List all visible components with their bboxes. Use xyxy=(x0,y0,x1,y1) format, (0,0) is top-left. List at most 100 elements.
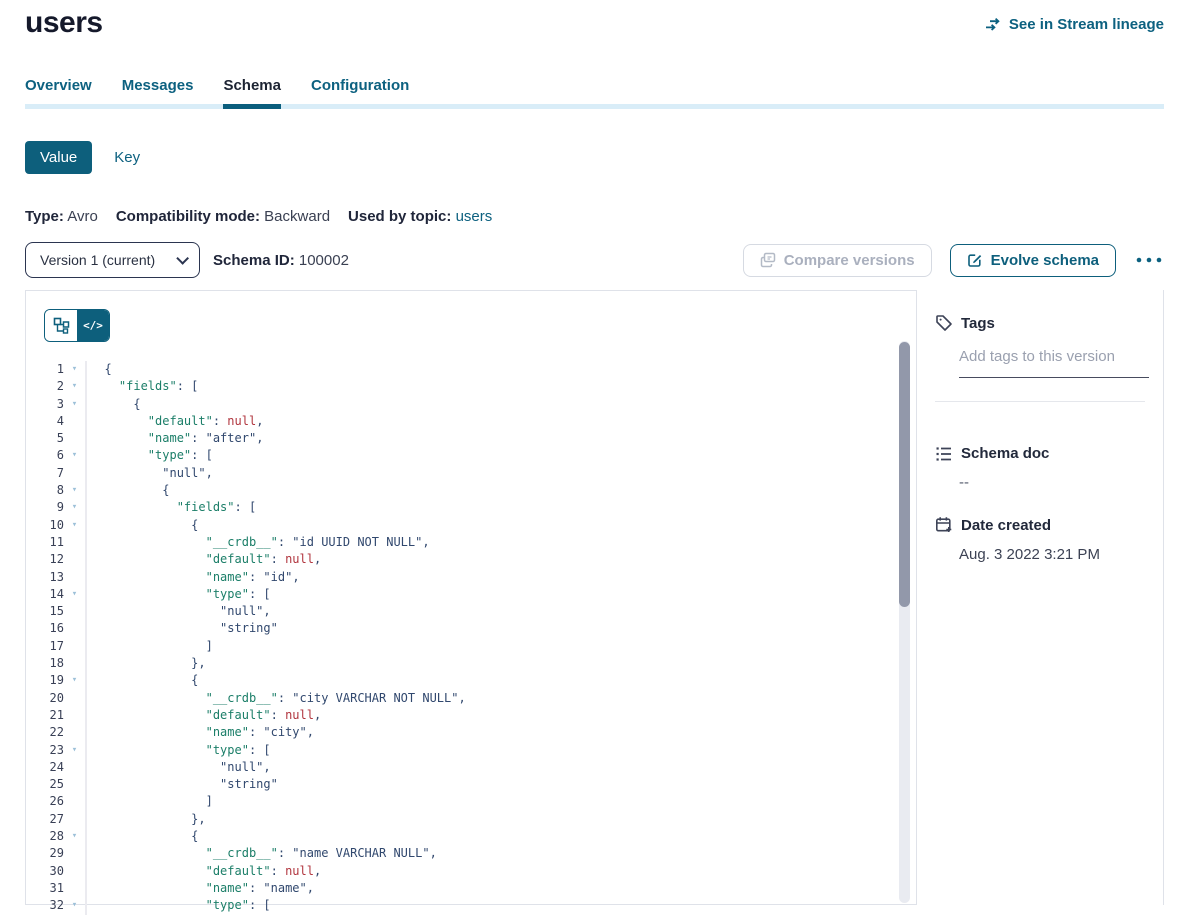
code-text: "__crdb__": "city VARCHAR NOT NULL", xyxy=(85,690,916,707)
fold-spacer xyxy=(64,534,85,551)
used-by-topic: Used by topic: users xyxy=(348,208,492,225)
code-view-button[interactable]: </> xyxy=(77,310,109,341)
code-line: 5 "name": "after", xyxy=(26,430,916,447)
schema-code-editor[interactable]: 1▾ {2▾ "fields": [3▾ {4 "default": null,… xyxy=(26,361,916,915)
tab-overview[interactable]: Overview xyxy=(25,77,92,104)
more-actions-button[interactable] xyxy=(1134,255,1164,265)
code-text: "default": null, xyxy=(85,551,916,568)
code-text: }, xyxy=(85,655,916,672)
code-text: "default": null, xyxy=(85,413,916,430)
fold-spacer xyxy=(64,690,85,707)
fold-arrow-icon[interactable]: ▾ xyxy=(64,828,85,845)
date-created-heading: Date created xyxy=(961,517,1051,534)
line-number: 26 xyxy=(26,793,64,810)
code-line: 16 "string" xyxy=(26,620,916,637)
fold-spacer xyxy=(64,845,85,862)
fold-arrow-icon[interactable]: ▾ xyxy=(64,378,85,395)
code-line: 13 "name": "id", xyxy=(26,569,916,586)
fold-spacer xyxy=(64,880,85,897)
code-text: "default": null, xyxy=(85,863,916,880)
key-toggle-link[interactable]: Key xyxy=(114,149,140,166)
code-text: "fields": [ xyxy=(85,378,916,395)
code-text: { xyxy=(85,672,916,689)
code-line: 7 "null", xyxy=(26,465,916,482)
code-line: 4 "default": null, xyxy=(26,413,916,430)
topic-tabs: Overview Messages Schema Configuration xyxy=(25,77,1164,109)
fold-arrow-icon[interactable]: ▾ xyxy=(64,499,85,516)
fold-spacer xyxy=(64,724,85,741)
code-line: 27 }, xyxy=(26,811,916,828)
line-number: 24 xyxy=(26,759,64,776)
fold-arrow-icon[interactable]: ▾ xyxy=(64,586,85,603)
fold-arrow-icon[interactable]: ▾ xyxy=(64,482,85,499)
code-line: 28▾ { xyxy=(26,828,916,845)
fold-spacer xyxy=(64,465,85,482)
tab-configuration[interactable]: Configuration xyxy=(311,77,409,104)
code-line: 22 "name": "city", xyxy=(26,724,916,741)
code-text: { xyxy=(85,482,916,499)
list-icon xyxy=(935,446,953,462)
code-lines: 1▾ {2▾ "fields": [3▾ {4 "default": null,… xyxy=(26,361,916,915)
line-number: 32 xyxy=(26,897,64,914)
schema-actions: Compare versions Evolve schema xyxy=(743,244,1164,277)
schema-doc-value: -- xyxy=(959,474,1145,491)
evolve-schema-label: Evolve schema xyxy=(991,252,1099,269)
schema-type-label: Type: xyxy=(25,208,64,225)
compare-versions-button[interactable]: Compare versions xyxy=(743,244,932,277)
line-number: 20 xyxy=(26,690,64,707)
line-number: 1 xyxy=(26,361,64,378)
fold-spacer xyxy=(64,793,85,810)
schema-editor-panel: </> 1▾ {2▾ "fields": [3▾ {4 "default": n… xyxy=(25,290,917,905)
fold-arrow-icon[interactable]: ▾ xyxy=(64,361,85,378)
fold-arrow-icon[interactable]: ▾ xyxy=(64,517,85,534)
version-dropdown[interactable]: Version 1 (current) xyxy=(25,242,200,278)
code-line: 2▾ "fields": [ xyxy=(26,378,916,395)
line-number: 17 xyxy=(26,638,64,655)
tree-view-icon xyxy=(53,317,70,334)
used-by-topic-link[interactable]: users xyxy=(456,208,493,225)
schema-type-value: Avro xyxy=(67,208,98,225)
code-line: 19▾ { xyxy=(26,672,916,689)
fold-arrow-icon[interactable]: ▾ xyxy=(64,672,85,689)
fold-arrow-icon[interactable]: ▾ xyxy=(64,447,85,464)
code-text: ] xyxy=(85,638,916,655)
fold-arrow-icon[interactable]: ▾ xyxy=(64,742,85,759)
add-tags-input[interactable] xyxy=(959,348,1149,378)
code-line: 11 "__crdb__": "id UUID NOT NULL", xyxy=(26,534,916,551)
ellipsis-icon xyxy=(1136,257,1162,263)
line-number: 16 xyxy=(26,620,64,637)
tag-icon xyxy=(935,314,953,332)
code-text: "string" xyxy=(85,776,916,793)
code-text: "default": null, xyxy=(85,707,916,724)
version-dropdown-value: Version 1 (current) xyxy=(40,252,155,268)
compatibility-mode-value: Backward xyxy=(264,208,330,225)
schema-id: Schema ID: 100002 xyxy=(213,252,349,269)
line-number: 4 xyxy=(26,413,64,430)
code-text: "fields": [ xyxy=(85,499,916,516)
line-number: 9 xyxy=(26,499,64,516)
code-line: 26 ] xyxy=(26,793,916,810)
code-line: 29 "__crdb__": "name VARCHAR NULL", xyxy=(26,845,916,862)
compare-versions-icon xyxy=(760,252,776,268)
fold-spacer xyxy=(64,707,85,724)
fold-arrow-icon[interactable]: ▾ xyxy=(64,396,85,413)
line-number: 29 xyxy=(26,845,64,862)
evolve-schema-button[interactable]: Evolve schema xyxy=(950,244,1116,277)
code-line: 24 "null", xyxy=(26,759,916,776)
tab-schema[interactable]: Schema xyxy=(223,77,281,109)
editor-scrollbar-thumb[interactable] xyxy=(899,342,910,607)
tab-messages[interactable]: Messages xyxy=(122,77,194,104)
editor-scrollbar-track[interactable] xyxy=(899,341,910,903)
see-in-stream-lineage-link[interactable]: See in Stream lineage xyxy=(985,16,1164,33)
tree-view-button[interactable] xyxy=(45,310,77,341)
fold-spacer xyxy=(64,430,85,447)
sidebar-divider xyxy=(935,401,1145,402)
value-toggle-button[interactable]: Value xyxy=(25,141,92,174)
fold-spacer xyxy=(64,759,85,776)
code-line: 1▾ { xyxy=(26,361,916,378)
fold-spacer xyxy=(64,655,85,672)
fold-arrow-icon[interactable]: ▾ xyxy=(64,897,85,914)
line-number: 14 xyxy=(26,586,64,603)
compatibility-mode-label: Compatibility mode: xyxy=(116,208,260,225)
code-line: 17 ] xyxy=(26,638,916,655)
